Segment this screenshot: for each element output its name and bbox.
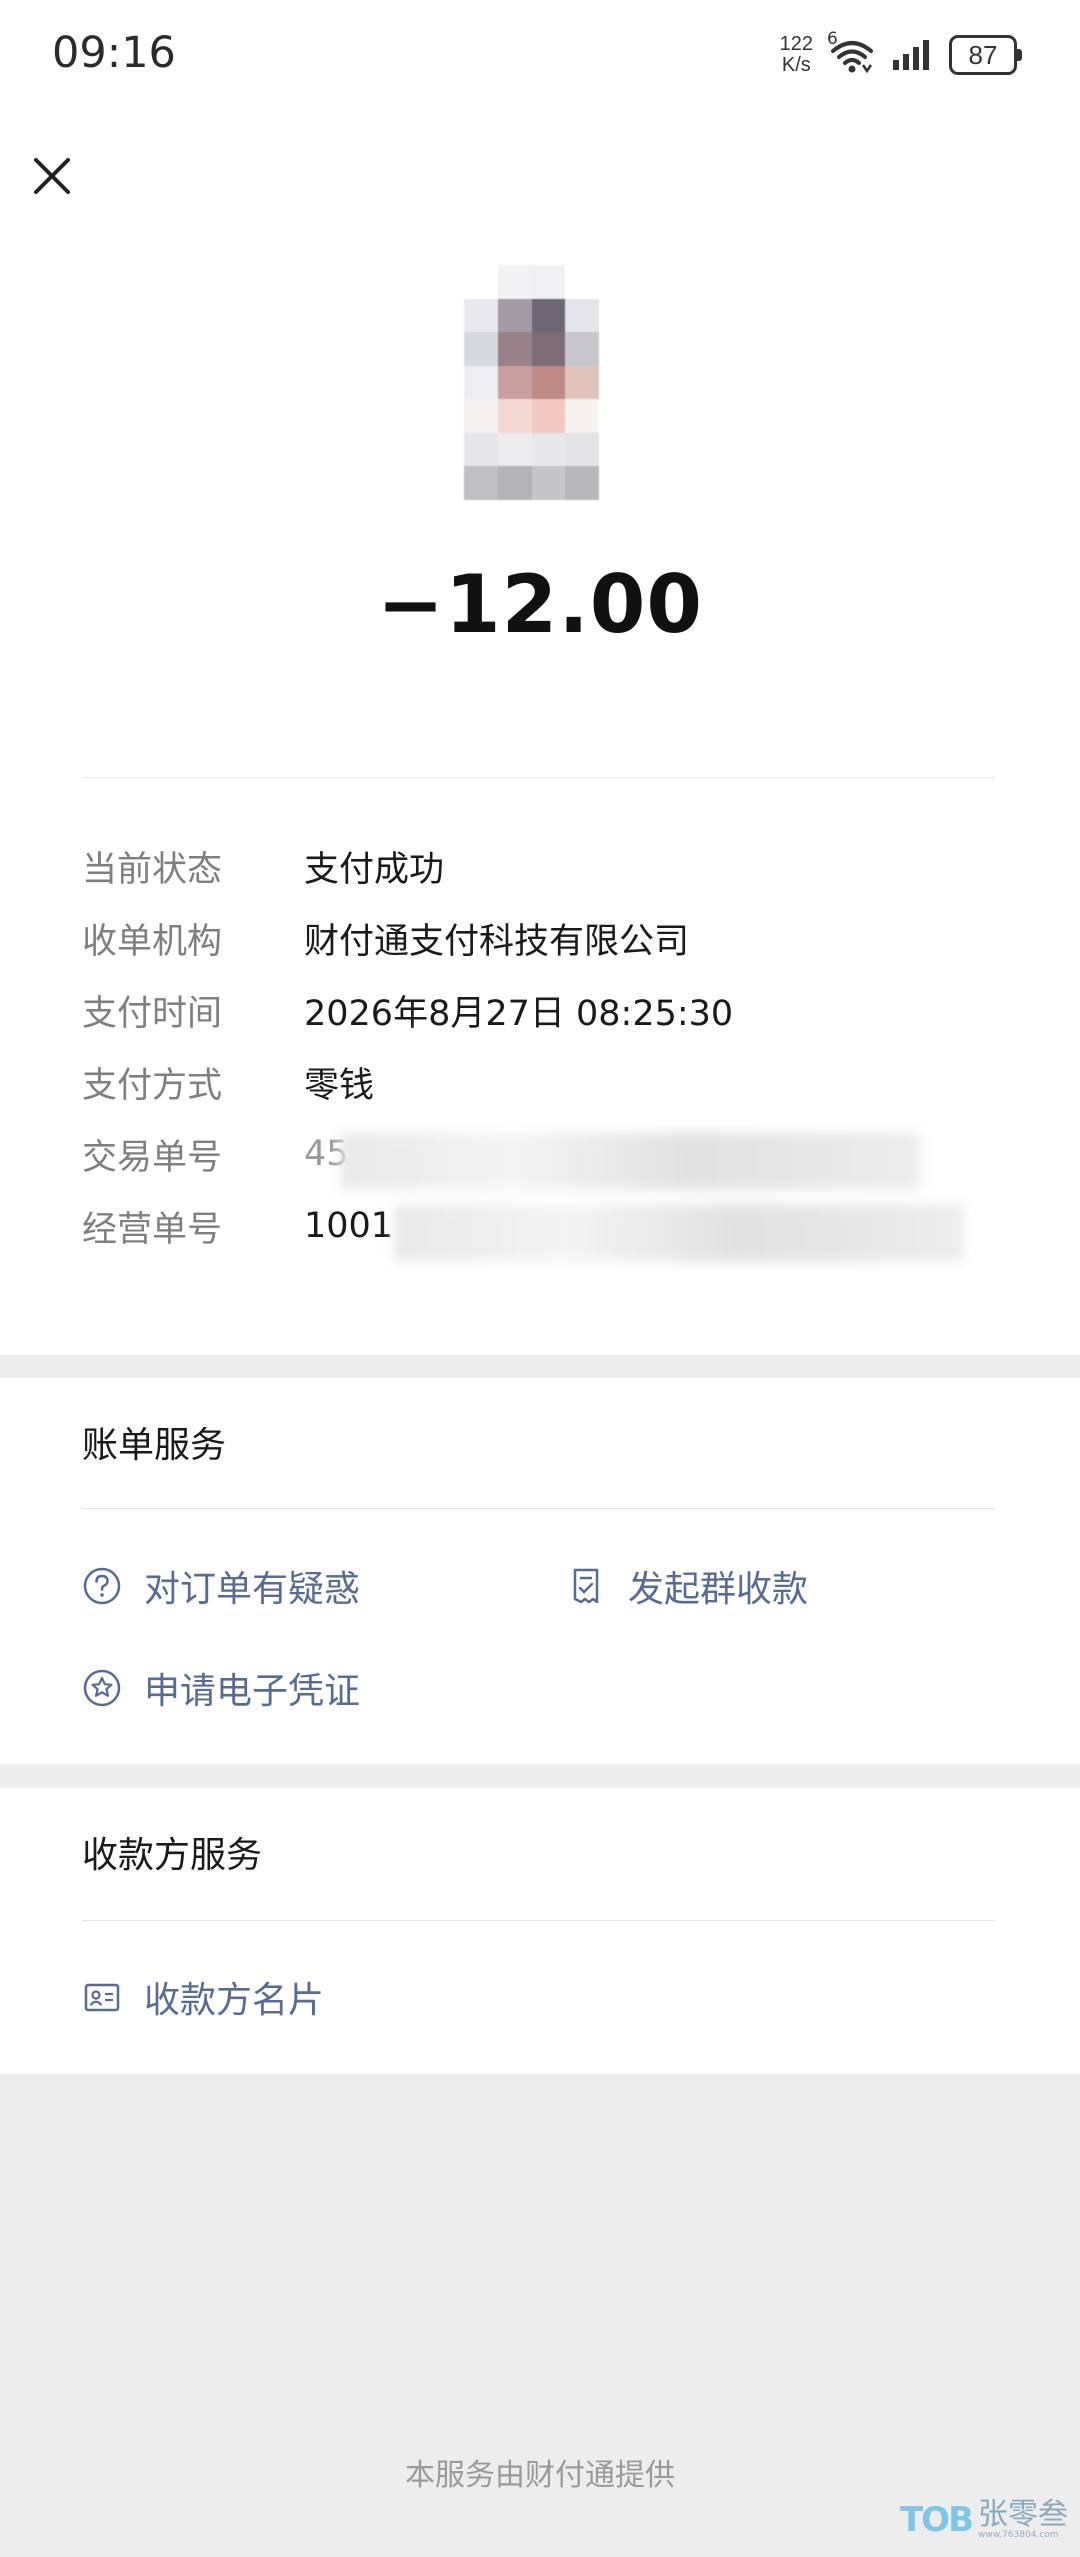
- receipt-check-icon: [573, 1568, 599, 1604]
- star-badge-icon: [83, 1669, 121, 1707]
- detail-row-method: 支付方式 零钱: [82, 1046, 1002, 1118]
- status-indicators: 122 K/s 6 87: [780, 29, 1022, 80]
- detail-label: 支付时间: [82, 993, 223, 1034]
- wifi-icon: 6: [827, 29, 877, 75]
- payee-service-card: 收款方服务 收款方名片: [0, 1788, 1080, 2074]
- close-button[interactable]: [26, 150, 78, 202]
- battery-level: 87: [949, 35, 1017, 75]
- section-title: 账单服务: [82, 1425, 227, 1466]
- payment-amount: −12.00: [376, 558, 704, 651]
- divider: [82, 1508, 995, 1509]
- detail-value: 1001: [304, 1206, 394, 1246]
- detail-row-time: 支付时间 2026年8月27日 08:25:30: [82, 974, 1002, 1046]
- battery-tip: [1017, 49, 1022, 61]
- action-label: 收款方名片: [144, 1980, 325, 2021]
- detail-label: 当前状态: [82, 849, 223, 890]
- detail-value: 财付通支付科技有限公司: [304, 921, 690, 962]
- detail-row-merchant-order: 经营单号 1001: [82, 1190, 1002, 1262]
- order-question-button[interactable]: 对订单有疑惑: [82, 1560, 360, 1612]
- redaction-mask: [340, 1132, 920, 1190]
- network-speed-unit: K/s: [781, 54, 811, 76]
- watermark-logo: TOB: [899, 2500, 974, 2540]
- bill-service-card: 账单服务 对订单有疑惑 发起群收款 申请电子凭证: [0, 1378, 1080, 1764]
- payee-card-button[interactable]: 收款方名片: [82, 1971, 324, 2023]
- section-title: 收款方服务: [82, 1835, 263, 1876]
- detail-row-acquirer: 收单机构 财付通支付科技有限公司: [82, 902, 1002, 974]
- detail-row-transaction-id: 交易单号 45: [82, 1118, 1002, 1190]
- payment-details: 当前状态 支付成功 收单机构 财付通支付科技有限公司 支付时间 2026年8月2…: [82, 830, 1002, 1262]
- footer-provider-text: 本服务由财付通提供: [405, 2458, 675, 2493]
- watermark-sub: www.763804.com: [978, 2530, 1059, 2540]
- contact-card-icon: [84, 1983, 120, 2012]
- watermark: TOB 张零叁 www.763804.com: [899, 2497, 1068, 2541]
- e-voucher-button[interactable]: 申请电子凭证: [82, 1662, 360, 1714]
- action-label: 申请电子凭证: [144, 1671, 361, 1712]
- question-circle-icon: [83, 1567, 121, 1605]
- wifi-badge: 6: [827, 29, 838, 49]
- watermark-text: 张零叁: [978, 2497, 1068, 2532]
- network-speed-value: 122: [779, 33, 813, 55]
- close-icon: [34, 158, 70, 194]
- status-time: 09:16: [52, 28, 176, 78]
- signal-icon: [893, 40, 929, 70]
- divider: [82, 1920, 995, 1921]
- action-label: 发起群收款: [628, 1569, 809, 1610]
- detail-label: 经营单号: [82, 1209, 223, 1250]
- group-collect-button[interactable]: 发起群收款: [566, 1560, 808, 1612]
- divider: [82, 777, 995, 778]
- detail-row-status: 当前状态 支付成功: [82, 830, 1002, 902]
- payment-detail-card: −12.00 当前状态 支付成功 收单机构 财付通支付科技有限公司 支付时间 2…: [0, 110, 1080, 1355]
- merchant-avatar: [464, 265, 599, 500]
- detail-value: 支付成功: [304, 849, 445, 890]
- action-label: 对订单有疑惑: [144, 1569, 361, 1610]
- status-bar: 09:16 122 K/s 6 87: [0, 0, 1080, 110]
- detail-label: 支付方式: [82, 1065, 223, 1106]
- detail-label: 收单机构: [82, 921, 223, 962]
- detail-label: 交易单号: [82, 1137, 223, 1178]
- battery-icon: 87: [949, 35, 1022, 75]
- detail-value: 2026年8月27日 08:25:30: [304, 993, 734, 1034]
- detail-value: 零钱: [304, 1065, 375, 1106]
- redaction-mask: [394, 1204, 964, 1262]
- network-speed: 122 K/s: [780, 34, 813, 76]
